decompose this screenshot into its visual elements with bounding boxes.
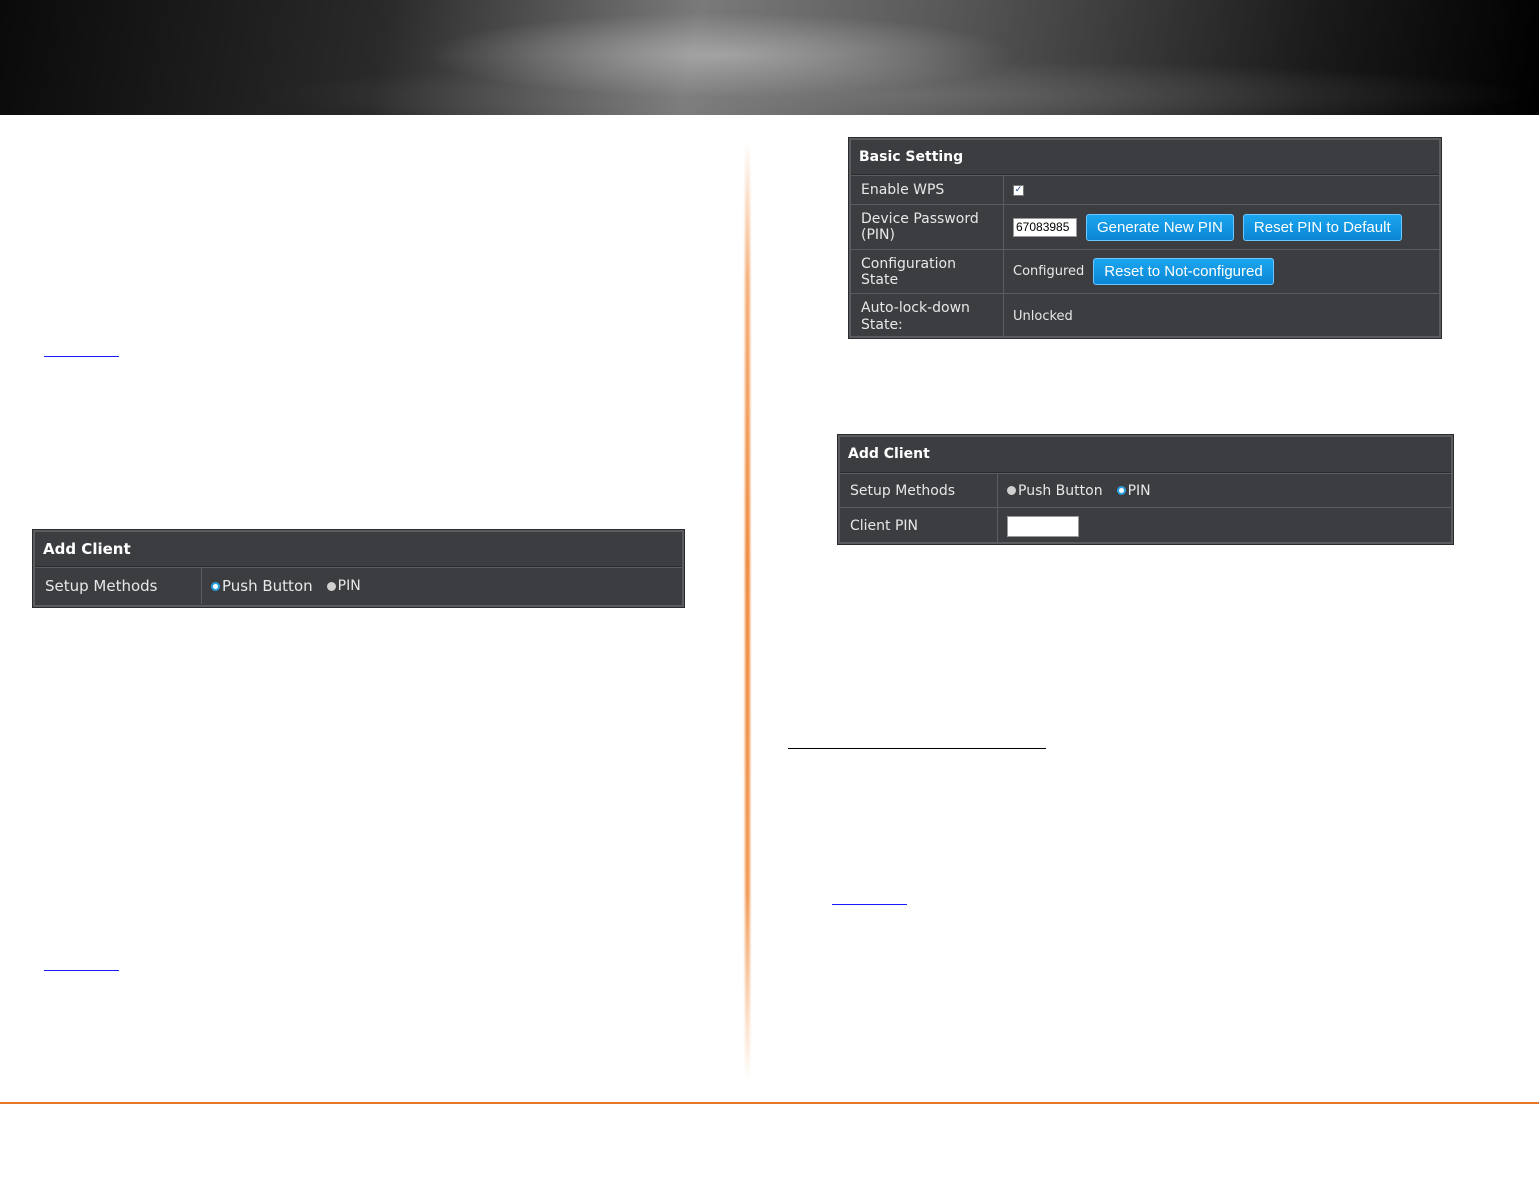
- setup-methods-value: Push Button PIN: [998, 474, 1451, 507]
- autolock-value: Unlocked: [1004, 294, 1439, 339]
- setup-methods-value: Push Button PIN: [202, 568, 682, 604]
- config-state-value: Configured Reset to Not-configured: [1004, 250, 1439, 293]
- radio-selected-icon[interactable]: [211, 581, 220, 591]
- device-pin-input[interactable]: 67083985: [1013, 217, 1077, 237]
- generate-new-pin-button[interactable]: Generate New PIN: [1086, 213, 1234, 241]
- radio-unselected-icon[interactable]: [326, 581, 336, 591]
- client-pin-row: Client PIN: [840, 507, 1451, 544]
- client-pin-input[interactable]: [1007, 515, 1079, 537]
- heading-underline: [788, 748, 1046, 749]
- setup-methods-row: Setup Methods Push Button PIN: [840, 473, 1451, 507]
- client-pin-label: Client PIN: [840, 508, 998, 544]
- column-divider: [745, 140, 750, 1080]
- autolock-row: Auto-lock-down State: Unlocked: [851, 293, 1439, 339]
- reset-not-configured-button[interactable]: Reset to Not-configured: [1093, 258, 1274, 285]
- enable-wps-row: Enable WPS ✓: [851, 175, 1439, 204]
- enable-wps-checkbox[interactable]: ✓: [1013, 184, 1024, 196]
- autolock-text: Unlocked: [1013, 309, 1073, 324]
- client-pin-value: [998, 508, 1451, 544]
- radio-unselected-icon[interactable]: [1007, 486, 1016, 495]
- config-state-label: Configuration State: [851, 250, 1004, 293]
- radio-push-button[interactable]: Push Button: [1007, 483, 1103, 499]
- radio-push-button-label: Push Button: [222, 577, 313, 595]
- setup-methods-label: Setup Methods: [840, 474, 998, 507]
- link-underline-3[interactable]: [832, 904, 907, 905]
- autolock-label: Auto-lock-down State:: [851, 294, 1004, 339]
- device-password-row: Device Password (PIN) 67083985 Generate …: [851, 204, 1439, 249]
- panel-title: Basic Setting: [851, 140, 1439, 175]
- setup-methods-row: Setup Methods Push Button PIN: [35, 567, 682, 604]
- enable-wps-label: Enable WPS: [851, 176, 1004, 204]
- link-underline-2[interactable]: [44, 970, 119, 971]
- panel-title: Add Client: [840, 437, 1451, 473]
- config-state-text: Configured: [1013, 264, 1085, 279]
- enable-wps-value: ✓: [1004, 176, 1439, 204]
- add-client-panel-left: Add Client Setup Methods Push Button PIN: [32, 529, 685, 608]
- reset-pin-to-default-button[interactable]: Reset PIN to Default: [1242, 213, 1402, 241]
- header-banner: [0, 0, 1539, 115]
- radio-pin-label: PIN: [1127, 482, 1151, 499]
- device-password-value: 67083985 Generate New PIN Reset PIN to D…: [1004, 205, 1439, 249]
- add-client-panel-right: Add Client Setup Methods Push Button PIN…: [837, 434, 1454, 545]
- radio-selected-icon[interactable]: [1116, 486, 1126, 495]
- config-state-row: Configuration State Configured Reset to …: [851, 249, 1439, 293]
- radio-pin[interactable]: PIN: [326, 578, 361, 594]
- setup-methods-label: Setup Methods: [35, 568, 202, 604]
- footer-line: [0, 1102, 1539, 1104]
- radio-pin-label: PIN: [337, 578, 361, 594]
- panel-title: Add Client: [35, 532, 682, 567]
- basic-setting-panel: Basic Setting Enable WPS ✓ Device Passwo…: [848, 137, 1442, 339]
- radio-push-button-label: Push Button: [1018, 482, 1103, 499]
- link-underline-1[interactable]: [44, 356, 119, 357]
- radio-push-button[interactable]: Push Button: [211, 577, 313, 595]
- device-password-label: Device Password (PIN): [851, 205, 1004, 249]
- radio-pin[interactable]: PIN: [1116, 482, 1151, 499]
